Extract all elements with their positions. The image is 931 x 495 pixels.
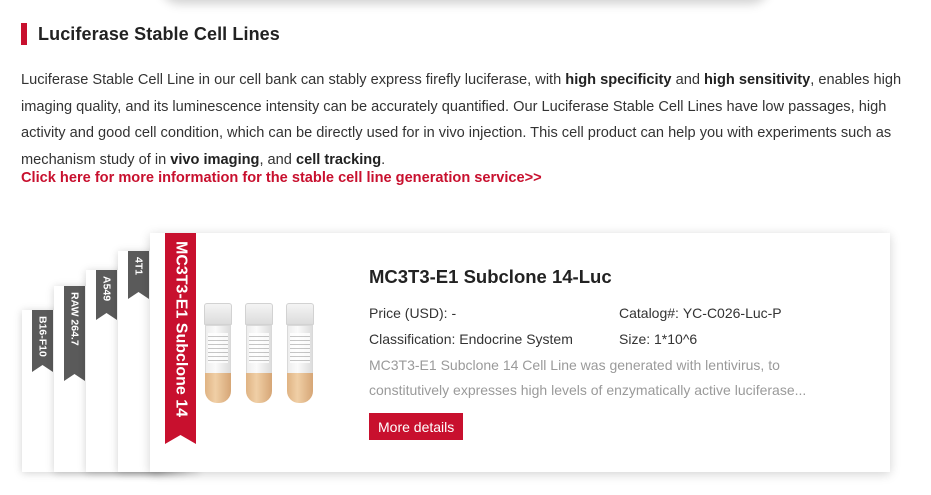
product-tab-label: MC3T3-E1 Subclone 14: [172, 241, 190, 418]
intro-text: , and: [259, 151, 296, 168]
catalog-value: YC-C026-Luc-P: [682, 305, 782, 321]
card-tab-b16-f10: B16-F10: [32, 310, 53, 372]
classification-row: Classification: Endocrine System: [369, 331, 573, 347]
card-tab-raw-264-7: RAW 264.7: [64, 286, 85, 381]
size-row: Size: 1*10^6: [619, 331, 697, 347]
catalog-row: Catalog#: YC-C026-Luc-P: [619, 305, 782, 321]
price-value: -: [451, 305, 457, 321]
product-title[interactable]: MC3T3-E1 Subclone 14-Luc: [369, 266, 612, 288]
vial: [204, 303, 232, 405]
product-description: MC3T3-E1 Subclone 14 Cell Line was gener…: [369, 357, 807, 398]
heading-accent-bar: [21, 23, 27, 45]
intro-bold: cell tracking: [295, 151, 382, 168]
classification-label: Classification:: [369, 331, 456, 347]
intro-text: Luciferase Stable Cell Line in our cell …: [21, 72, 566, 88]
intro-paragraph: Luciferase Stable Cell Line in our cell …: [21, 67, 921, 173]
cell-vials-icon: [202, 303, 318, 408]
product-card[interactable]: MC3T3-E1 Subclone 14 MC3T3-E1 Subclone 1…: [150, 233, 890, 472]
catalog-label: Catalog#:: [619, 305, 679, 321]
intro-text: and: [671, 72, 704, 88]
section-title: Luciferase Stable Cell Lines: [38, 23, 280, 44]
price-label: Price (USD):: [369, 305, 448, 321]
intro-bold: high sensitivity: [704, 72, 811, 88]
service-info-link[interactable]: Click here for more information for the …: [21, 170, 542, 186]
vial: [245, 303, 273, 405]
card-tab-a549: A549: [96, 270, 117, 320]
intro-bold: vivo imaging: [170, 151, 260, 168]
product-card-tab: MC3T3-E1 Subclone 14: [165, 233, 196, 444]
card-tab-label: B16-F10: [36, 316, 49, 357]
price-row: Price (USD): -: [369, 305, 456, 321]
card-tab-label: 4T1: [132, 257, 145, 276]
intro-bold: high specificity: [565, 72, 672, 88]
classification-value: Endocrine System: [459, 331, 573, 347]
vial: [286, 303, 314, 405]
size-label: Size:: [619, 331, 651, 347]
section-heading: Luciferase Stable Cell Lines: [21, 22, 280, 46]
size-value: 1*10^6: [654, 331, 698, 347]
card-tab-label: RAW 264.7: [68, 292, 81, 346]
card-tab-4t1: 4T1: [128, 251, 149, 299]
intro-text: .: [381, 151, 386, 168]
card-tab-label: A549: [100, 276, 113, 302]
more-details-button[interactable]: More details: [369, 413, 464, 440]
